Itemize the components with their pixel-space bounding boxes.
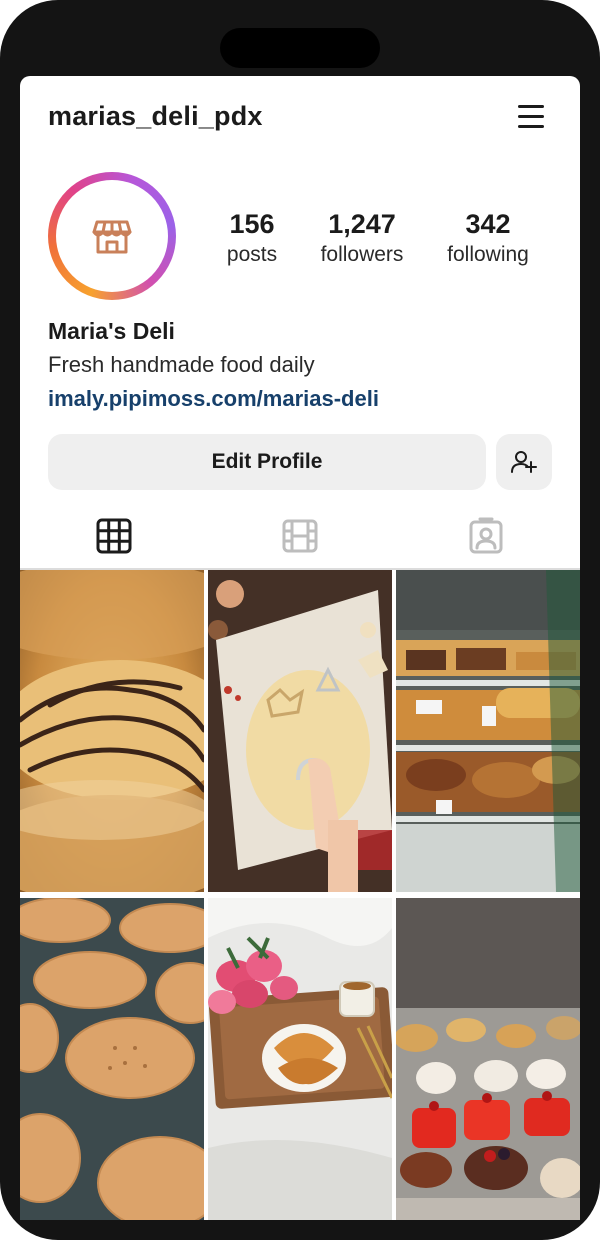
- camera-notch: [220, 28, 380, 68]
- posts-count: 156 posts: [218, 208, 286, 270]
- profile-bio: Fresh handmade food daily: [48, 352, 315, 377]
- posts-count-value: 156: [229, 209, 275, 239]
- add-person-icon: [511, 451, 537, 473]
- avatar-background: [56, 180, 168, 292]
- profile-header: marias_deli_pdx: [20, 76, 580, 160]
- profile-screen: marias_deli_pdx 156 posts 1,247 follower…: [20, 76, 580, 1220]
- discover-people-button[interactable]: [496, 434, 552, 490]
- profile-tabs: [20, 508, 580, 568]
- post-thumbnail[interactable]: [396, 570, 580, 892]
- post-image-cookie-dough: [208, 570, 392, 892]
- tagged-person-icon: [469, 517, 503, 554]
- profile-website-link[interactable]: imaly.pipimoss.com/marias-deli: [48, 386, 379, 412]
- tab-reels[interactable]: [280, 516, 320, 556]
- post-thumbnail[interactable]: [20, 570, 204, 892]
- post-thumbnail[interactable]: [20, 898, 204, 1220]
- edit-profile-button[interactable]: Edit Profile: [48, 434, 486, 490]
- followers-count-value: 1,247: [328, 209, 396, 239]
- post-image-red-cakes: [396, 898, 580, 1220]
- grid-icon: [96, 518, 132, 554]
- hamburger-menu-icon[interactable]: [516, 102, 548, 130]
- post-thumbnail[interactable]: [208, 898, 392, 1220]
- followers-count-label: followers: [320, 243, 404, 266]
- post-thumbnail[interactable]: [396, 898, 580, 1220]
- following-count[interactable]: 342 following: [438, 208, 538, 270]
- post-image-shortbread: [20, 898, 204, 1220]
- post-image-croissant: [20, 570, 204, 892]
- post-thumbnail[interactable]: [208, 570, 392, 892]
- storefront-icon: [92, 220, 132, 254]
- profile-username: marias_deli_pdx: [48, 101, 263, 131]
- avatar[interactable]: [48, 172, 176, 300]
- profile-display-name: Maria's Deli: [48, 318, 175, 344]
- followers-count[interactable]: 1,247 followers: [310, 208, 414, 270]
- post-image-croissants-tulips: [208, 898, 392, 1220]
- tab-posts-grid[interactable]: [94, 516, 134, 556]
- phone-frame: marias_deli_pdx 156 posts 1,247 follower…: [0, 0, 600, 1240]
- post-image-display-case: [396, 570, 580, 892]
- posts-count-label: posts: [226, 243, 278, 266]
- film-icon: [282, 519, 318, 553]
- following-count-label: following: [447, 243, 529, 266]
- tab-tagged[interactable]: [466, 516, 506, 556]
- posts-grid: [20, 570, 580, 1220]
- following-count-value: 342: [465, 209, 511, 239]
